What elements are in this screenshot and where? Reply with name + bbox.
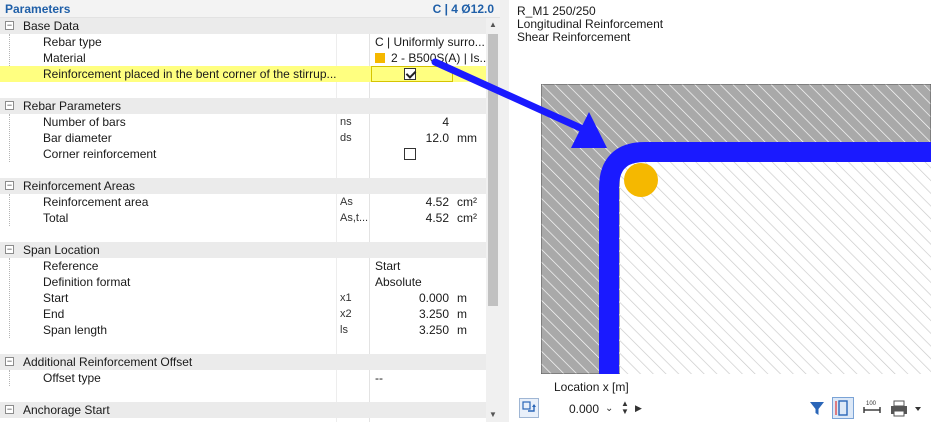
dimension-icon[interactable]	[832, 397, 854, 419]
row-end[interactable]: End x2 3.250 m	[0, 306, 486, 322]
section-name: R_M1 250/250	[517, 4, 596, 18]
svg-text:100: 100	[866, 401, 877, 407]
span-unit: m	[457, 323, 467, 337]
location-value[interactable]: 0.000	[569, 402, 599, 416]
scroll-down-icon[interactable]: ▼	[486, 408, 500, 422]
print-icon[interactable]	[887, 397, 927, 419]
row-start[interactable]: Start x1 0.000 m	[0, 290, 486, 306]
row-bar-diameter[interactable]: Bar diameter ds 12.0 mm	[0, 130, 486, 146]
row-corner-reinforcement[interactable]: Corner reinforcement	[0, 146, 486, 162]
start-value[interactable]: 0.000	[419, 290, 449, 306]
concrete-core	[620, 162, 931, 374]
num-bars-label: Number of bars	[43, 115, 126, 129]
preview-panel: R_M1 250/250 Longitudinal Reinforcement …	[431, 0, 931, 422]
annotation-arrow	[431, 58, 607, 148]
end-symbol: x2	[340, 308, 352, 320]
section-label: Additional Reinforcement Offset	[23, 355, 193, 369]
section-span-location[interactable]: − Span Location	[0, 242, 486, 258]
definition-value[interactable]: Absolute	[375, 274, 422, 290]
collapse-icon[interactable]: −	[5, 245, 14, 254]
row-reference[interactable]: Reference Start	[0, 258, 486, 274]
span-symbol: ls	[340, 324, 348, 336]
section-reinforcement-areas[interactable]: − Reinforcement Areas	[0, 178, 486, 194]
area-unit: cm²	[457, 195, 477, 209]
spin-up-icon[interactable]: ▲ ▼	[621, 400, 629, 416]
collapse-icon[interactable]: −	[5, 357, 14, 366]
bar-diameter-label: Bar diameter	[43, 131, 112, 145]
total-value[interactable]: 4.52	[426, 210, 449, 226]
span-value[interactable]: 3.250	[419, 322, 449, 338]
offset-type-label: Offset type	[43, 371, 101, 385]
row-material[interactable]: Material 2 - B500S(A) | Is...	[0, 50, 486, 66]
material-color-swatch	[375, 53, 385, 63]
bent-corner-label: Reinforcement placed in the bent corner …	[43, 67, 337, 81]
end-unit: m	[457, 307, 467, 321]
parameters-panel: Parameters C | 4 Ø12.0 − Base Data Rebar…	[0, 0, 500, 422]
row-total[interactable]: Total As,t... 4.52 cm²	[0, 210, 486, 226]
num-bars-symbol: ns	[340, 116, 352, 128]
section-anchorage-start[interactable]: − Anchorage Start	[0, 402, 486, 418]
row-bent-corner[interactable]: Reinforcement placed in the bent corner …	[0, 66, 486, 82]
collapse-icon[interactable]: −	[5, 181, 14, 190]
reference-value[interactable]: Start	[375, 258, 400, 274]
section-label: Anchorage Start	[23, 403, 110, 417]
start-label: Start	[43, 291, 69, 305]
collapse-icon[interactable]: −	[5, 21, 14, 30]
collapse-icon[interactable]: −	[5, 405, 14, 414]
rebar-type-label: Rebar type	[43, 35, 102, 49]
row-definition-format[interactable]: Definition format Absolute	[0, 274, 486, 290]
collapse-icon[interactable]: −	[5, 101, 14, 110]
area-label: Reinforcement area	[43, 195, 149, 209]
scale-icon[interactable]: 100	[861, 397, 883, 419]
sync-view-icon[interactable]	[519, 398, 539, 418]
row-offset-type[interactable]: Offset type --	[0, 370, 486, 386]
section-label: Rebar Parameters	[23, 99, 122, 113]
rebar-type-value[interactable]: C | Uniformly surro...	[375, 34, 485, 50]
row-number-of-bars[interactable]: Number of bars ns 4	[0, 114, 486, 130]
start-symbol: x1	[340, 292, 352, 304]
span-label: Span length	[43, 323, 108, 337]
corner-checkbox[interactable]	[404, 148, 416, 160]
row-rebar-type[interactable]: Rebar type C | Uniformly surro...	[0, 34, 486, 50]
section-label: Span Location	[23, 243, 100, 257]
section-additional-offset[interactable]: − Additional Reinforcement Offset	[0, 354, 486, 370]
panel-header: Parameters C | 4 Ø12.0	[0, 0, 500, 18]
bar-diameter-symbol: ds	[340, 132, 352, 144]
bent-corner-checkbox[interactable]	[404, 68, 416, 80]
panel-summary: C | 4 Ø12.0	[432, 2, 494, 16]
total-label: Total	[43, 211, 69, 225]
offset-type-value[interactable]: --	[375, 370, 383, 386]
row-reinforcement-area[interactable]: Reinforcement area As 4.52 cm²	[0, 194, 486, 210]
definition-label: Definition format	[43, 275, 131, 289]
total-symbol: As,t...	[340, 212, 369, 224]
location-spinner[interactable]: 0.000 ⌄ ▲ ▼ ▶	[561, 400, 647, 418]
section-rebar-parameters[interactable]: − Rebar Parameters	[0, 98, 486, 114]
section-label: Reinforcement Areas	[23, 179, 136, 193]
location-label: Location x [m]	[554, 380, 629, 394]
material-label: Material	[43, 51, 86, 65]
row-span-length[interactable]: Span length ls 3.250 m	[0, 322, 486, 338]
area-value[interactable]: 4.52	[426, 194, 449, 210]
area-symbol: As	[340, 196, 353, 208]
scroll-up-icon[interactable]: ▲	[486, 18, 500, 32]
corner-label: Corner reinforcement	[43, 147, 157, 161]
section-label: Base Data	[23, 19, 80, 33]
filter-icon[interactable]	[806, 397, 828, 419]
spin-next-icon[interactable]: ▶	[635, 403, 642, 414]
parameters-grid: − Base Data Rebar type C | Uniformly sur…	[0, 18, 486, 422]
preview-line-shear: Shear Reinforcement	[517, 30, 631, 44]
start-unit: m	[457, 291, 467, 305]
end-label: End	[43, 307, 65, 321]
section-base-data[interactable]: − Base Data	[0, 18, 486, 34]
panel-title: Parameters	[5, 2, 71, 16]
end-value[interactable]: 3.250	[419, 306, 449, 322]
preview-line-longitudinal: Longitudinal Reinforcement	[517, 17, 664, 31]
reference-label: Reference	[43, 259, 99, 273]
total-unit: cm²	[457, 211, 477, 225]
dropdown-arrow-icon[interactable]: ⌄	[605, 403, 613, 414]
corner-rebar	[624, 163, 658, 197]
